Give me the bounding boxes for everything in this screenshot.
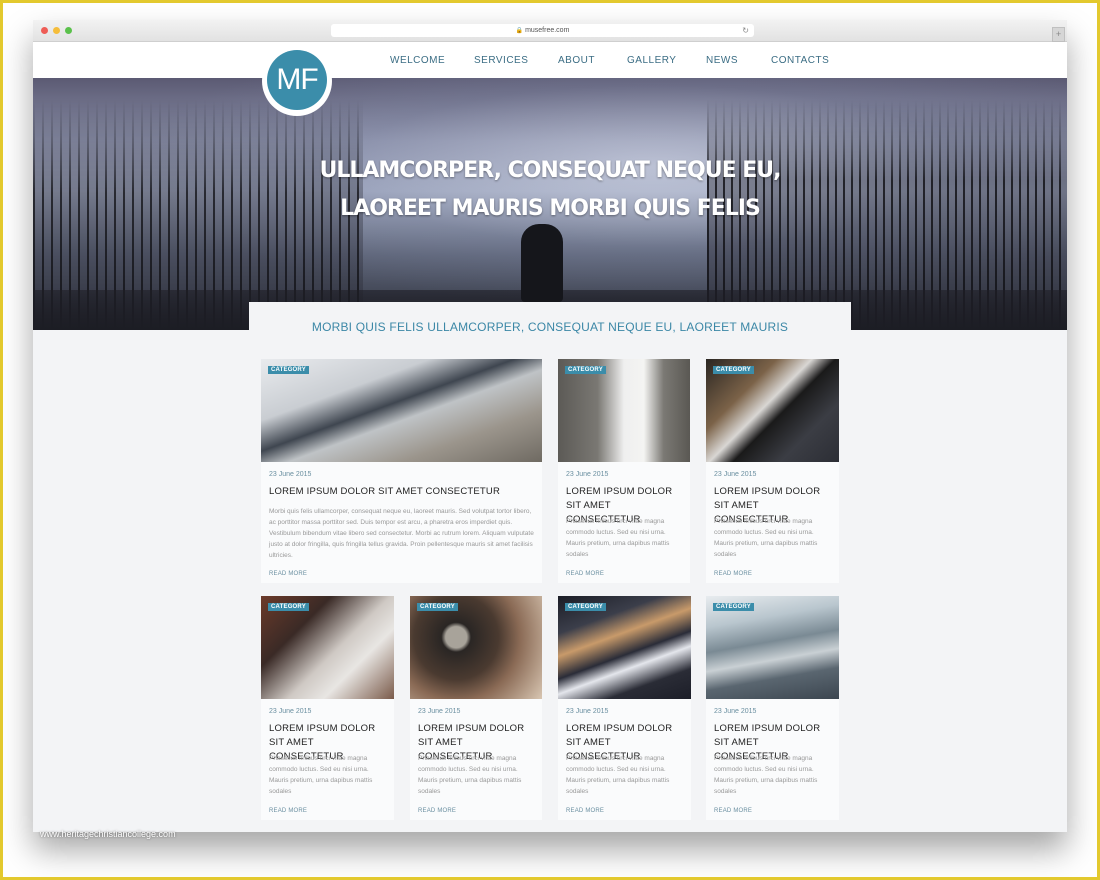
post-excerpt: Phasellus finibus orci vitae magna commo… — [714, 755, 818, 795]
hero-title-line1: ULLAMCORPER, CONSEQUAT NEQUE EU, — [319, 158, 781, 183]
wristwatch-photo[interactable] — [410, 596, 542, 699]
category-badge[interactable]: CATEGORY — [268, 366, 309, 374]
reload-icon[interactable]: ↻ — [742, 24, 749, 37]
url-text: musefree.com — [525, 27, 570, 34]
plus-icon: + — [1055, 29, 1062, 39]
hero-person — [521, 224, 563, 302]
post-date: 23 June 2015 — [566, 471, 609, 478]
nav-gallery[interactable]: GALLERY — [627, 55, 676, 66]
read-more-link[interactable]: READ MORE — [714, 571, 752, 577]
main-nav: WELCOME SERVICES ABOUT GALLERY NEWS CONT… — [33, 42, 1067, 79]
read-more-link[interactable]: READ MORE — [714, 808, 752, 814]
nav-services[interactable]: SERVICES — [474, 55, 528, 66]
post-date: 23 June 2015 — [714, 471, 757, 478]
minimize-window-button[interactable] — [53, 27, 60, 34]
logo-text: MF — [267, 50, 327, 110]
post-card: CATEGORY 23 June 2015 LOREM IPSUM DOLOR … — [558, 359, 690, 583]
post-card: CATEGORY 23 June 2015 LOREM IPSUM DOLOR … — [558, 596, 691, 820]
post-date: 23 June 2015 — [269, 471, 312, 478]
hero-title-line2: LAOREET MAURIS MORBI QUIS FELIS — [340, 196, 761, 221]
nav-contacts[interactable]: CONTACTS — [771, 55, 829, 66]
nav-news[interactable]: NEWS — [706, 55, 738, 66]
post-excerpt: Phasellus finibus orci vitae magna commo… — [418, 755, 522, 795]
post-date: 23 June 2015 — [566, 708, 609, 715]
category-badge[interactable]: CATEGORY — [565, 366, 606, 374]
close-window-button[interactable] — [41, 27, 48, 34]
post-card: CATEGORY 23 June 2015 LOREM IPSUM DOLOR … — [706, 596, 839, 820]
post-excerpt: Phasellus finibus orci vitae magna commo… — [269, 755, 373, 795]
read-more-link[interactable]: READ MORE — [269, 808, 307, 814]
man-with-laptop-photo[interactable] — [706, 359, 839, 462]
lock-icon: 🔒 — [515, 28, 524, 34]
category-badge[interactable]: CATEGORY — [713, 366, 754, 374]
read-more-link[interactable]: READ MORE — [566, 808, 604, 814]
post-card: CATEGORY 23 June 2015 LOREM IPSUM DOLOR … — [706, 359, 839, 583]
watermark-text: www.heritagechristiancollege.com — [40, 829, 176, 839]
category-badge[interactable]: CATEGORY — [565, 603, 606, 611]
category-badge[interactable]: CATEGORY — [268, 603, 309, 611]
site-logo[interactable]: MF — [262, 46, 332, 116]
maximize-window-button[interactable] — [65, 27, 72, 34]
nav-about[interactable]: ABOUT — [558, 55, 595, 66]
post-date: 23 June 2015 — [714, 708, 757, 715]
nav-welcome[interactable]: WELCOME — [390, 55, 445, 66]
laptop-photo[interactable] — [261, 596, 394, 699]
section-subheading: MORBI QUIS FELIS ULLAMCORPER, CONSEQUAT … — [249, 302, 851, 350]
browser-window: 🔒 musefree.com ↻ + MF WELCOME SERVICES AB… — [33, 20, 1067, 832]
post-excerpt: Phasellus finibus orci vitae magna commo… — [566, 518, 670, 558]
post-title[interactable]: LOREM IPSUM DOLOR SIT AMET CONSECTETUR — [269, 485, 534, 499]
post-card: CATEGORY 23 June 2015 LOREM IPSUM DOLOR … — [261, 596, 394, 820]
category-badge[interactable]: CATEGORY — [713, 603, 754, 611]
man-against-wall-photo[interactable] — [558, 359, 690, 462]
address-bar[interactable]: 🔒 musefree.com ↻ — [331, 24, 754, 37]
post-card: CATEGORY 23 June 2015 LOREM IPSUM DOLOR … — [410, 596, 542, 820]
post-excerpt: Phasellus finibus orci vitae magna commo… — [566, 755, 670, 795]
post-date: 23 June 2015 — [269, 708, 312, 715]
read-more-link[interactable]: READ MORE — [418, 808, 456, 814]
post-excerpt: Morbi quis felis ullamcorper, consequat … — [269, 508, 534, 559]
post-date: 23 June 2015 — [418, 708, 461, 715]
category-badge[interactable]: CATEGORY — [417, 603, 458, 611]
hero-banner: ULLAMCORPER, CONSEQUAT NEQUE EU, LAOREET… — [33, 78, 1067, 330]
read-more-link[interactable]: READ MORE — [566, 571, 604, 577]
post-excerpt: Phasellus finibus orci vitae magna commo… — [714, 518, 818, 558]
browser-titlebar: 🔒 musefree.com ↻ + — [33, 20, 1067, 42]
post-card: CATEGORY 23 June 2015 LOREM IPSUM DOLOR … — [261, 359, 542, 583]
read-more-link[interactable]: READ MORE — [269, 571, 307, 577]
new-tab-button[interactable]: + — [1052, 27, 1065, 42]
smartphone-photo[interactable] — [261, 359, 542, 462]
keyboard-photo[interactable] — [558, 596, 691, 699]
coffee-cup-photo[interactable] — [706, 596, 839, 699]
